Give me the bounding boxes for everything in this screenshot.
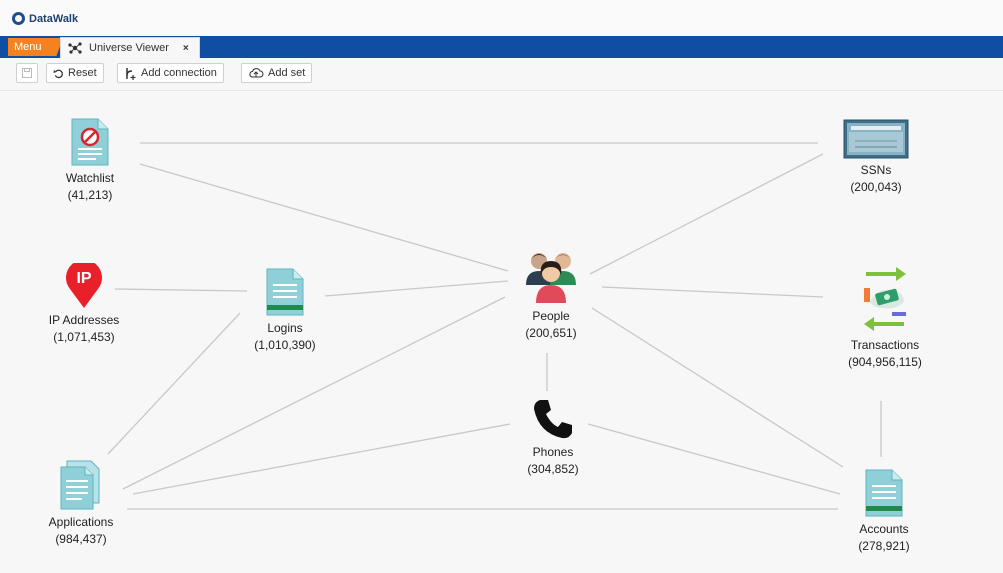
node-count: (1,010,390) [254, 338, 316, 352]
save-button[interactable] [16, 63, 38, 83]
node-count: (200,651) [525, 326, 577, 340]
node-label: Logins [267, 321, 303, 335]
add-connection-button[interactable]: Add connection [117, 63, 224, 83]
node-watchlist[interactable]: Watchlist (41,213) [40, 117, 140, 204]
node-label: Accounts [859, 522, 909, 536]
ip-pin-text: IP [76, 270, 92, 287]
title-bar: DataWalk [0, 0, 1003, 37]
transactions-money-exchange-icon [864, 267, 906, 331]
node-applications[interactable]: Applications (984,437) [31, 459, 131, 548]
edge-ip-logins [114, 288, 248, 292]
node-count: (1,071,453) [53, 330, 115, 344]
edge-phones-accounts [587, 423, 841, 495]
node-label: Applications [48, 515, 114, 529]
node-phones[interactable]: Phones (304,852) [503, 397, 603, 478]
node-count: (904,956,115) [848, 355, 922, 369]
close-icon[interactable]: × [183, 43, 189, 54]
network-icon [68, 42, 82, 54]
node-label: Watchlist [65, 171, 115, 185]
ssn-card-icon [843, 119, 909, 159]
logins-document-icon [266, 268, 304, 316]
node-count: (200,043) [850, 180, 902, 194]
add-connection-icon [126, 67, 136, 80]
node-transactions[interactable]: Transactions (904,956,115) [830, 264, 940, 371]
menu-button[interactable]: Menu [8, 38, 63, 56]
node-count: (41,213) [67, 188, 113, 202]
reset-icon [53, 69, 63, 78]
reset-button[interactable]: Reset [46, 63, 104, 83]
people-group-icon [526, 253, 576, 303]
add-connection-label: Add connection [141, 67, 217, 79]
add-set-label: Add set [268, 67, 306, 79]
add-set-button[interactable]: Add set [241, 63, 313, 83]
edge-applications-phones [132, 423, 511, 495]
applications-documents-icon [60, 460, 100, 510]
accounts-document-icon [865, 469, 903, 517]
app-name: DataWalk [29, 12, 79, 25]
reset-label: Reset [68, 67, 97, 79]
edge-people-accounts [591, 307, 844, 468]
tab-universe-viewer[interactable]: Universe Viewer × [60, 37, 200, 58]
node-count: (304,852) [527, 462, 579, 476]
node-label: SSNs [860, 163, 892, 177]
node-count: (278,921) [858, 539, 910, 553]
node-people[interactable]: People (200,651) [501, 249, 601, 342]
node-count: (984,437) [55, 532, 107, 546]
node-ip-addresses[interactable]: IP IP Addresses (1,071,453) [34, 263, 134, 346]
ip-pin-icon: IP [63, 263, 105, 309]
tab-label: Universe Viewer [89, 42, 169, 54]
watchlist-document-icon [71, 118, 109, 166]
node-logins[interactable]: Logins (1,010,390) [235, 267, 335, 354]
save-icon [22, 68, 32, 78]
edge-people-transactions [601, 286, 824, 298]
node-ssns[interactable]: SSNs (200,043) [826, 119, 926, 196]
node-label: Transactions [850, 338, 920, 352]
node-label: Phones [532, 445, 574, 459]
phone-icon [534, 400, 572, 439]
app-logo: DataWalk [12, 12, 78, 25]
cloud-upload-icon [249, 68, 264, 78]
edge-ssns-people [589, 153, 824, 275]
edge-watchlist-people [139, 163, 509, 272]
datawalk-logo-icon [12, 12, 25, 25]
edge-logins-people [324, 280, 509, 297]
node-accounts[interactable]: Accounts (278,921) [834, 468, 934, 555]
node-label: People [532, 309, 570, 323]
universe-graph-canvas[interactable]: Watchlist (41,213) SSNs (200,043) IP IP … [0, 91, 1003, 573]
node-label: IP Addresses [48, 313, 120, 327]
